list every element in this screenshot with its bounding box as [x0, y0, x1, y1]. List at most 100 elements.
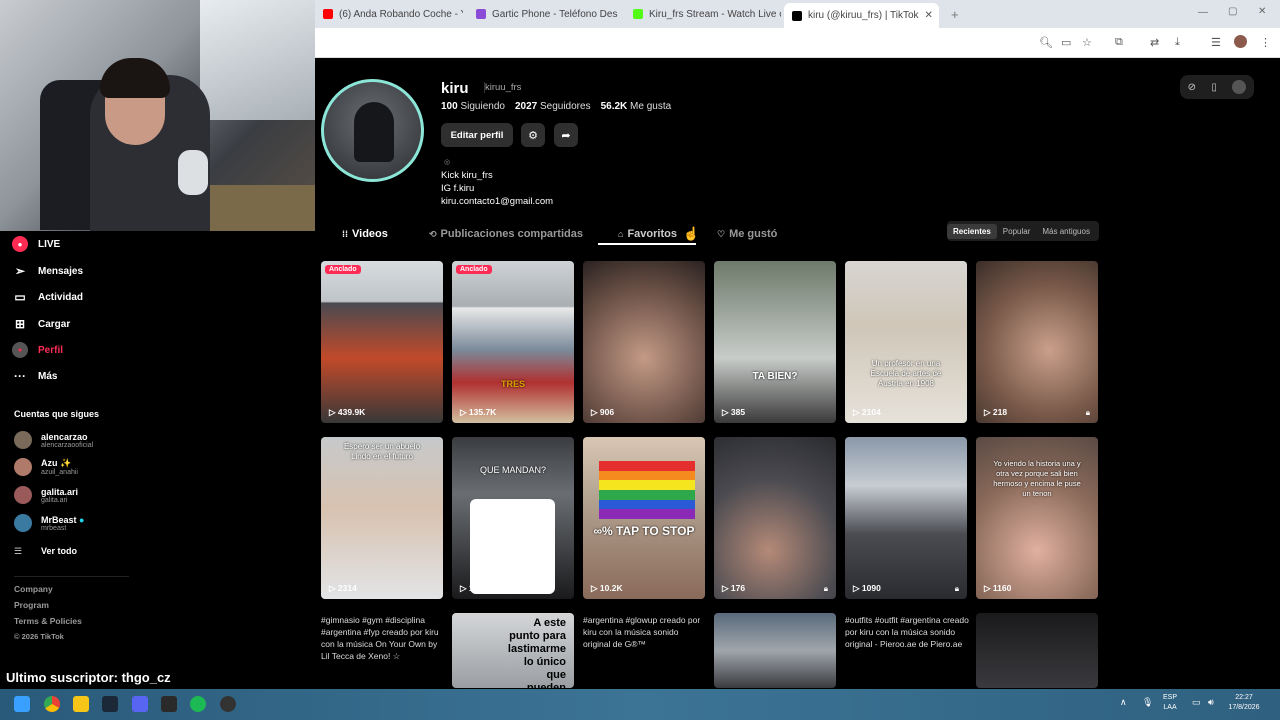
video-alt-text[interactable]: #gimnasio #gym #disciplina #argentina #f…: [321, 614, 445, 662]
profile-tools: ⊘ ▯: [1180, 75, 1254, 99]
video-card[interactable]: ∞% TAP TO STOP ▷ 10.2K: [583, 437, 705, 599]
nav-profile[interactable]: ● Perfil: [12, 338, 63, 362]
windows-start-icon[interactable]: [14, 696, 30, 712]
phone-icon[interactable]: ▯: [1211, 82, 1217, 93]
tab-videos[interactable]: ⁞⁞ Videos: [342, 224, 388, 244]
video-card[interactable]: Anclado ▷ 439.9K: [321, 261, 443, 423]
see-all-link[interactable]: ☰ Ver todo: [14, 538, 77, 564]
epic-games-icon[interactable]: [161, 696, 177, 712]
new-tab-button[interactable]: +: [943, 3, 963, 25]
video-card[interactable]: TA BIEN? ▷ 385: [714, 261, 836, 423]
avatar-small[interactable]: [1232, 80, 1247, 94]
video-alt-text[interactable]: #outfits #outfit #argentina creado por k…: [845, 614, 969, 650]
sort-oldest[interactable]: Más antiguos: [1036, 224, 1096, 239]
video-card[interactable]: ▷ 1090 🔒︎: [845, 437, 967, 599]
avatar: [14, 486, 32, 504]
browser-tab[interactable]: Gartic Phone - Teléfono Descon✕: [468, 3, 618, 25]
bio-line: Kick kiru_frs: [441, 170, 493, 181]
edit-profile-button[interactable]: Editar perfil: [441, 123, 513, 147]
footer-link[interactable]: Terms & Policies: [14, 616, 82, 626]
tab-favorites[interactable]: ⌂ Favoritos: [618, 224, 677, 244]
view-count: ▷ 218: [984, 407, 1008, 417]
following-item[interactable]: Azu ✨ azuil_anahii: [14, 454, 78, 480]
video-card[interactable]: A este punto para lastimarme lo único qu…: [452, 613, 574, 688]
maximize-icon[interactable]: ▢: [1228, 6, 1237, 17]
nav-more[interactable]: ··· Más: [12, 364, 57, 388]
send-icon: ➣: [14, 264, 26, 278]
menu-icon[interactable]: ⋮: [1260, 36, 1271, 49]
nav-activity[interactable]: ▭ Actividad: [12, 285, 83, 309]
nav-live[interactable]: ● LIVE: [12, 232, 60, 256]
tab-reposts[interactable]: ⟲ Publicaciones compartidas: [429, 224, 583, 244]
video-card[interactable]: ▷ 218 🔒︎: [976, 261, 1098, 423]
video-card[interactable]: Un profesor en una Escuela de artes de A…: [845, 261, 967, 423]
tab-liked[interactable]: ♡ Me gustó: [717, 224, 777, 244]
reading-list-icon[interactable]: ☰: [1211, 36, 1221, 49]
profile-avatar-icon[interactable]: [1234, 35, 1247, 48]
following-item[interactable]: galita.ari galita.ari: [14, 482, 78, 508]
video-alt-text[interactable]: #argentina #glowup creado por kiru con l…: [583, 614, 707, 650]
video-card[interactable]: ▷ 906: [583, 261, 705, 423]
extensions-icon[interactable]: ⧉: [1115, 36, 1123, 49]
video-card[interactable]: QUE MANDAN? ▷ 1314: [452, 437, 574, 599]
avatar: [14, 458, 32, 476]
volume-icon[interactable]: 🔊︎: [1208, 697, 1214, 707]
close-icon[interactable]: ✕: [919, 10, 933, 21]
spotify-icon[interactable]: [190, 696, 206, 712]
steam-icon[interactable]: [102, 696, 118, 712]
video-card[interactable]: ▷ 176 🔒︎: [714, 437, 836, 599]
close-window-icon[interactable]: ✕: [1258, 6, 1266, 17]
chrome-icon[interactable]: [44, 696, 60, 712]
pinned-badge: Anclado: [456, 265, 492, 274]
minimize-icon[interactable]: —: [1198, 7, 1208, 18]
download-icon[interactable]: ⤓: [1175, 36, 1180, 49]
footer-link[interactable]: Program: [14, 600, 49, 610]
cast-icon[interactable]: ▭: [1061, 36, 1071, 49]
zoom-icon[interactable]: 🔍︎: [1039, 36, 1053, 49]
view-count: ▷ 906: [591, 407, 615, 417]
profile-avatar[interactable]: [321, 79, 424, 182]
profile-icon: ●: [12, 342, 28, 358]
settings-button[interactable]: ⚙: [521, 123, 545, 147]
nav-messages[interactable]: ➣ Mensajes: [12, 259, 83, 283]
copyright: © 2026 TikTok: [14, 632, 64, 641]
language-indicator[interactable]: ESP LAA: [1163, 693, 1177, 713]
bio-line: IG f.kiru: [441, 183, 475, 194]
avatar: [14, 514, 32, 532]
view-count: ▷ 385: [722, 407, 746, 417]
video-card[interactable]: Anclado TRES ▷ 135.7K: [452, 261, 574, 423]
compass-icon[interactable]: ⊘: [1188, 82, 1196, 93]
view-count: ▷ 10.2K: [591, 583, 623, 593]
share-button[interactable]: ➦: [554, 123, 578, 147]
browser-tab[interactable]: Kiru_frs Stream - Watch Live on✕: [625, 3, 781, 25]
video-card[interactable]: Espero ser un abuelo Lindo en el futuro …: [321, 437, 443, 599]
nav-upload[interactable]: ⊞ Cargar: [12, 312, 70, 336]
lock-icon: 🔒︎: [954, 584, 959, 593]
profile-name: kiru: [441, 80, 469, 97]
video-card[interactable]: Yo viendo la historia una y otra vez por…: [976, 437, 1098, 599]
folder-icon[interactable]: [73, 696, 89, 712]
translate-icon[interactable]: ⇄: [1150, 36, 1159, 49]
network-icon[interactable]: ▭: [1192, 697, 1201, 707]
sidebar: ● LIVE ➣ Mensajes ▭ Actividad ⊞ Cargar ● Perf…: [0, 231, 315, 689]
following-item[interactable]: alencarzao alencarzaooficial: [14, 427, 93, 453]
kick-icon: [633, 9, 643, 19]
gartic-icon: [476, 9, 486, 19]
video-card[interactable]: [714, 613, 836, 688]
following-item[interactable]: MrBeast ● mrbeast: [14, 510, 84, 536]
browser-tab[interactable]: (6) Anda Robando Coche - YouT✕: [315, 3, 463, 25]
footer-link[interactable]: Company: [14, 584, 53, 594]
tray-chevron-icon[interactable]: ∧: [1120, 697, 1127, 707]
lock-icon: 🔒︎: [1085, 408, 1090, 417]
sort-recent[interactable]: Recientes: [947, 223, 997, 239]
obs-icon[interactable]: [220, 696, 236, 712]
bookmark-star-icon[interactable]: ☆: [1082, 36, 1092, 49]
browser-tab-active[interactable]: kiru (@kiruu_frs) | TikTok ✕: [784, 3, 939, 28]
mic-icon[interactable]: 🎙︎: [1142, 697, 1153, 707]
clock[interactable]: 22:27 17/8/2026: [1226, 693, 1262, 713]
sort-popular[interactable]: Popular: [997, 224, 1037, 239]
discord-icon[interactable]: [132, 696, 148, 712]
video-card[interactable]: [976, 613, 1098, 688]
upload-icon: ⊞: [14, 317, 26, 331]
list-icon: ☰: [14, 545, 23, 556]
